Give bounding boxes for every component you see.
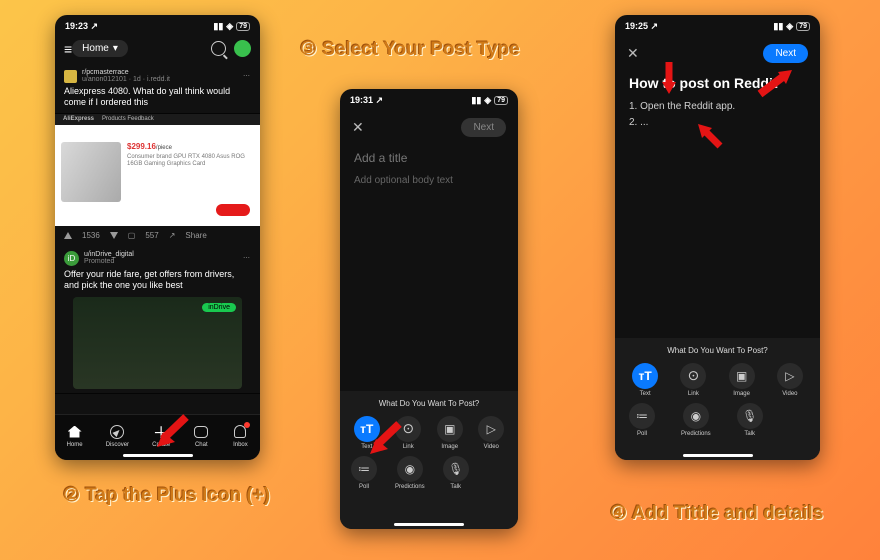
upvote-icon[interactable] bbox=[64, 232, 72, 239]
text-icon: тT bbox=[632, 363, 658, 389]
product-desc: Consumer brand GPU RTX 4080 Asus ROG 16G… bbox=[127, 154, 254, 170]
type-talk[interactable]: 🎙Talk bbox=[443, 456, 469, 490]
caption-step4: ④ Add Tittle and details bbox=[610, 502, 823, 525]
type-poll[interactable]: ≔Poll bbox=[351, 456, 377, 490]
type-poll[interactable]: ≔Poll bbox=[629, 403, 655, 437]
menu-icon[interactable]: ≡ bbox=[64, 41, 72, 57]
type-video[interactable]: ▷Video bbox=[478, 416, 504, 450]
downvote-icon[interactable] bbox=[110, 232, 118, 239]
status-time: 19:23 ↗ bbox=[65, 21, 98, 32]
status-bar: 19:25 ↗ ▮▮◈79 bbox=[615, 15, 820, 34]
chevron-down-icon: ▾ bbox=[113, 43, 118, 54]
link-icon: 𐌏 bbox=[680, 363, 706, 389]
overflow-icon[interactable]: ⋯ bbox=[243, 254, 251, 262]
overflow-icon[interactable]: ⋯ bbox=[243, 72, 251, 80]
product-image bbox=[61, 142, 121, 202]
chat-icon bbox=[194, 426, 208, 438]
status-time: 19:25 ↗ bbox=[625, 21, 658, 32]
preview-tabs: Products Feedback bbox=[102, 116, 154, 122]
post-title: Aliexpress 4080. What do yall think woul… bbox=[64, 86, 251, 109]
close-icon[interactable]: ✕ bbox=[352, 119, 364, 136]
post-actions: 1536 ▢ 557 ↗ Share bbox=[55, 226, 260, 245]
close-icon[interactable]: ✕ bbox=[627, 45, 639, 62]
phone-feed: 19:23 ↗ ▮▮◈79 ≡ Home▾ r/pcmasterrace u/a… bbox=[55, 15, 260, 460]
post-type-tray: What Do You Want To Post? тTText 𐌏Link ▣… bbox=[340, 391, 518, 529]
subreddit-icon bbox=[64, 70, 77, 83]
home-indicator bbox=[123, 454, 193, 457]
home-indicator bbox=[683, 454, 753, 457]
compass-icon bbox=[110, 425, 124, 439]
body-input[interactable]: Add optional body text bbox=[340, 169, 518, 192]
signal-icon: ▮▮ bbox=[213, 21, 223, 32]
nav-home[interactable]: Home bbox=[67, 424, 83, 448]
post-byline: u/anon012101 · 1d · i.redd.it bbox=[82, 76, 170, 83]
nav-discover[interactable]: Discover bbox=[106, 424, 129, 448]
image-icon: ▣ bbox=[437, 416, 463, 442]
type-link[interactable]: 𐌏Link bbox=[680, 363, 706, 397]
title-input[interactable]: Add a title bbox=[340, 147, 518, 169]
feed-selector[interactable]: Home▾ bbox=[72, 40, 128, 57]
top-bar: ≡ Home▾ bbox=[55, 34, 260, 63]
talk-icon: 🎙 bbox=[737, 403, 763, 429]
poll-icon: ≔ bbox=[629, 403, 655, 429]
tray-heading: What Do You Want To Post? bbox=[346, 399, 512, 408]
poll-icon: ≔ bbox=[351, 456, 377, 482]
image-icon: ▣ bbox=[729, 363, 755, 389]
phone-compose-empty: 19:31 ↗ ▮▮◈79 ✕ Next Add a title Add opt… bbox=[340, 89, 518, 529]
promo-tag: Promoted bbox=[84, 258, 134, 265]
upvote-count: 1536 bbox=[82, 231, 100, 240]
post-type-tray: What Do You Want To Post? тTText 𐌏Link ▣… bbox=[615, 338, 820, 460]
promo-user: u/inDrive_digital bbox=[84, 251, 134, 258]
nav-chat[interactable]: Chat bbox=[193, 424, 209, 448]
buy-button[interactable] bbox=[216, 204, 250, 216]
status-time: 19:31 ↗ bbox=[350, 95, 383, 106]
preview-brand: AliExpress bbox=[63, 116, 94, 122]
status-bar: 19:23 ↗ ▮▮◈79 bbox=[55, 15, 260, 34]
next-button[interactable]: Next bbox=[763, 44, 808, 63]
predictions-icon: ◉ bbox=[683, 403, 709, 429]
search-icon[interactable] bbox=[211, 41, 226, 56]
predictions-icon: ◉ bbox=[397, 456, 423, 482]
type-image[interactable]: ▣Image bbox=[729, 363, 755, 397]
nav-inbox[interactable]: Inbox bbox=[232, 424, 248, 448]
wifi-icon: ◈ bbox=[226, 21, 233, 32]
next-button[interactable]: Next bbox=[461, 118, 506, 137]
annotation-arrow bbox=[696, 122, 726, 152]
annotation-arrow bbox=[659, 60, 679, 96]
promo-text: Offer your ride fare, get offers from dr… bbox=[64, 269, 251, 292]
avatar[interactable] bbox=[234, 40, 251, 57]
link-preview[interactable]: AliExpressProducts Feedback $299.16/piec… bbox=[55, 114, 260, 226]
type-video[interactable]: ▷Video bbox=[777, 363, 803, 397]
tray-heading: What Do You Want To Post? bbox=[621, 346, 814, 355]
promo-avatar: iD bbox=[64, 251, 79, 266]
type-predictions[interactable]: ◉Predictions bbox=[681, 403, 711, 437]
home-indicator bbox=[394, 523, 464, 526]
promo-image: inDrive bbox=[73, 297, 242, 389]
battery-icon: 79 bbox=[236, 22, 250, 31]
product-price: $299.16 bbox=[127, 142, 156, 151]
promo-badge: inDrive bbox=[202, 303, 236, 312]
subreddit-name[interactable]: r/pcmasterrace bbox=[82, 69, 170, 76]
home-icon bbox=[68, 426, 82, 438]
annotation-arrow bbox=[756, 66, 796, 100]
annotation-arrow bbox=[153, 412, 193, 452]
video-icon: ▷ bbox=[777, 363, 803, 389]
talk-icon: 🎙 bbox=[443, 456, 469, 482]
caption-step3: ③ Select Your Post Type bbox=[300, 38, 520, 61]
promoted-post[interactable]: iD u/inDrive_digital Promoted ⋯ Offer yo… bbox=[55, 245, 260, 395]
type-talk[interactable]: 🎙Talk bbox=[737, 403, 763, 437]
post-card[interactable]: r/pcmasterrace u/anon012101 · 1d · i.red… bbox=[55, 63, 260, 114]
notification-dot bbox=[244, 422, 250, 428]
share-label: Share bbox=[185, 231, 206, 240]
share-icon[interactable]: ↗ bbox=[169, 231, 176, 240]
video-icon: ▷ bbox=[478, 416, 504, 442]
annotation-arrow bbox=[366, 419, 406, 459]
type-predictions[interactable]: ◉Predictions bbox=[395, 456, 425, 490]
type-text[interactable]: тTText bbox=[632, 363, 658, 397]
comment-icon[interactable]: ▢ bbox=[128, 231, 136, 240]
status-bar: 19:31 ↗ ▮▮◈79 bbox=[340, 89, 518, 108]
comment-count: 557 bbox=[145, 231, 158, 240]
type-image[interactable]: ▣Image bbox=[437, 416, 463, 450]
caption-step2: ② Tap the Plus Icon (+) bbox=[63, 484, 270, 507]
